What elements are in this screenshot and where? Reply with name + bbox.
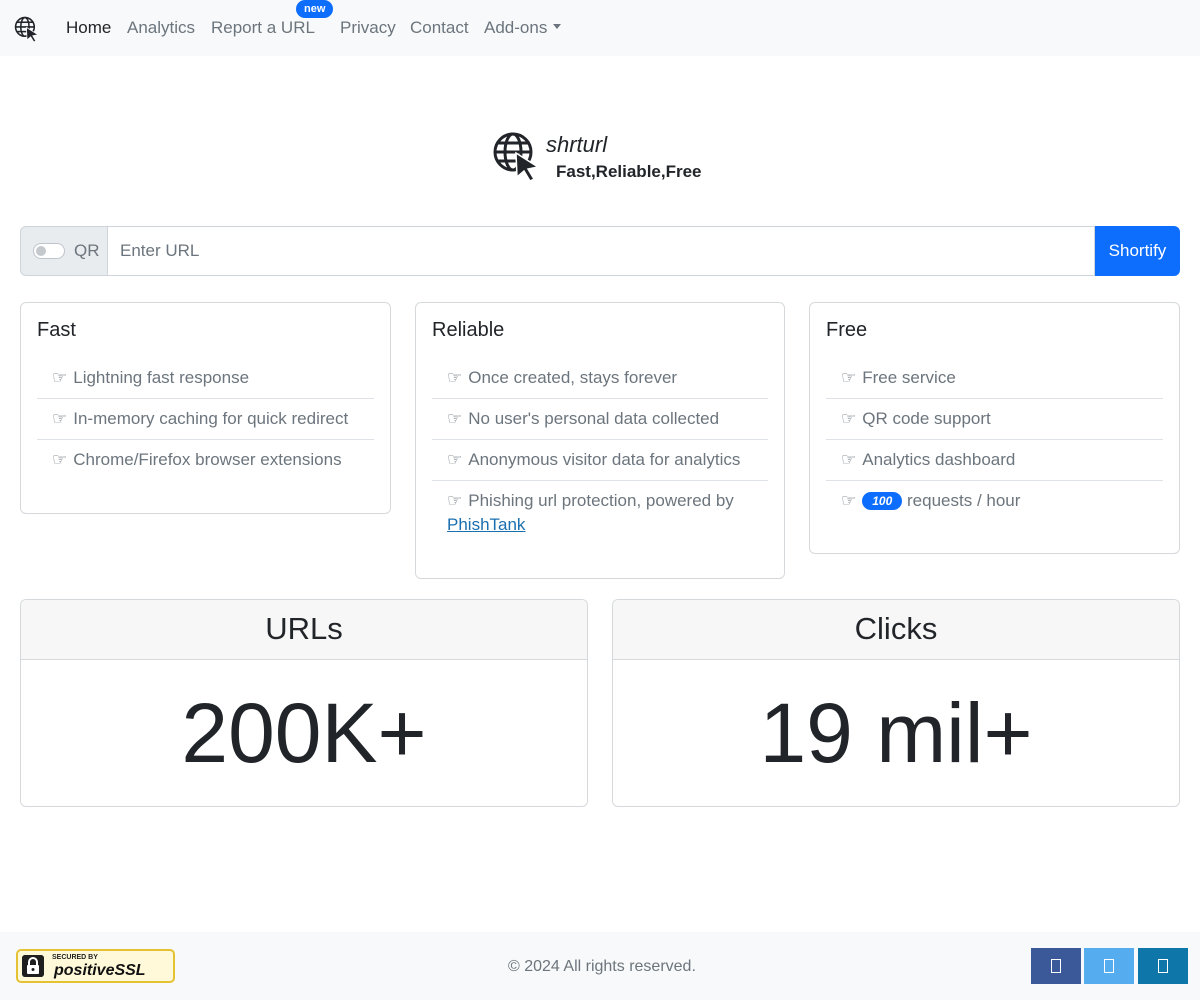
nav-home[interactable]: Home — [66, 18, 111, 38]
ssl-badge[interactable]: SECURED BY positiveSSL — [16, 949, 175, 983]
rate-limit-badge: 100 — [862, 491, 903, 510]
brand-tagline: Fast,Reliable,Free — [556, 162, 702, 181]
twitter-button[interactable] — [1084, 948, 1134, 984]
pointing-hand-icon: ☞ — [841, 491, 857, 510]
chevron-down-icon — [553, 24, 562, 30]
pointing-hand-icon: ☞ — [52, 450, 68, 469]
linkedin-button[interactable] — [1138, 948, 1188, 984]
list-item-text: No user's personal data collected — [468, 409, 720, 428]
card-title: Free — [826, 319, 868, 341]
pointing-hand-icon: ☞ — [841, 409, 857, 428]
list-item-text: In-memory caching for quick redirect — [73, 409, 349, 428]
list-item-text: Once created, stays forever — [468, 368, 678, 387]
list-item: ☞ No user's personal data collected — [432, 399, 768, 440]
list-item-text: Anonymous visitor data for analytics — [468, 450, 741, 469]
pointing-hand-icon: ☞ — [52, 409, 68, 428]
twitter-icon — [1104, 958, 1114, 973]
pointing-hand-icon: ☞ — [447, 491, 463, 510]
pointing-hand-icon: ☞ — [447, 409, 463, 428]
url-form: QR Shortify — [20, 226, 1180, 276]
list-item: ☞ In-memory caching for quick redirect — [37, 399, 374, 440]
list-item-text: QR code support — [862, 409, 991, 428]
nav-analytics[interactable]: Analytics — [127, 18, 195, 38]
nav-privacy[interactable]: Privacy — [340, 18, 396, 38]
list-item: ☞ Analytics dashboard — [826, 440, 1163, 481]
list-item-text: Lightning fast response — [73, 368, 250, 387]
phishtank-link[interactable]: PhishTank — [447, 515, 525, 534]
facebook-icon — [1051, 958, 1061, 973]
pointing-hand-icon: ☞ — [447, 450, 463, 469]
list-item-text: Free service — [862, 368, 956, 387]
stat-card-clicks: Clicks 19 mil+ — [612, 599, 1180, 807]
qr-label: QR — [74, 241, 100, 260]
brand-name: shrturl — [546, 132, 608, 157]
nav-addons-label: Add-ons — [484, 18, 548, 37]
list-item: ☞ Phishing url protection, powered by Phis… — [432, 481, 768, 545]
list-item: ☞ Free service — [826, 358, 1163, 399]
feature-card-reliable: Reliable ☞ Once created, stays forever ☞ N… — [415, 302, 785, 579]
globe-cursor-icon[interactable] — [14, 16, 40, 42]
url-input[interactable] — [108, 226, 1095, 276]
qr-toggle-group: QR — [20, 226, 108, 276]
feature-card-fast: Fast ☞ Lightning fast response ☞ In-memory… — [20, 302, 391, 514]
feature-card-free: Free ☞ Free service ☞ QR code support ☞ Ana… — [809, 302, 1180, 554]
copyright: © 2024 All rights reserved. — [508, 958, 696, 975]
list-item: ☞ QR code support — [826, 399, 1163, 440]
nav-contact[interactable]: Contact — [410, 18, 469, 38]
lock-icon — [22, 955, 44, 977]
facebook-button[interactable] — [1031, 948, 1081, 984]
footer: SECURED BY positiveSSL © 2024 All rights… — [0, 932, 1200, 1000]
list-item-text: requests / hour — [907, 491, 1021, 510]
stat-value: 200K+ — [181, 686, 427, 780]
pointing-hand-icon: ☞ — [447, 368, 463, 387]
shortify-button[interactable]: Shortify — [1095, 226, 1180, 276]
pointing-hand-icon: ☞ — [52, 368, 68, 387]
list-item: ☞ Anonymous visitor data for analytics — [432, 440, 768, 481]
ssl-secured-by: SECURED BY — [52, 954, 98, 961]
pointing-hand-icon: ☞ — [841, 368, 857, 387]
pointing-hand-icon: ☞ — [841, 450, 857, 469]
linkedin-icon — [1158, 958, 1168, 973]
list-item-text: Chrome/Firefox browser extensions — [73, 450, 342, 469]
feature-list: ☞ Lightning fast response ☞ In-memory cach… — [37, 358, 374, 480]
list-item: ☞ Lightning fast response — [37, 358, 374, 399]
ssl-brand: positiveSSL — [54, 962, 146, 979]
list-item-text: Analytics dashboard — [862, 450, 1016, 469]
navbar: Home Analytics Report a URL new Privacy … — [0, 0, 1200, 56]
qr-toggle[interactable] — [33, 243, 65, 259]
stat-label: Clicks — [613, 600, 1179, 660]
list-item: ☞ Once created, stays forever — [432, 358, 768, 399]
stat-card-urls: URLs 200K+ — [20, 599, 588, 807]
card-title: Fast — [37, 319, 76, 341]
stat-label: URLs — [21, 600, 587, 660]
feature-list: ☞ Free service ☞ QR code support ☞ Analytic… — [826, 358, 1163, 521]
card-title: Reliable — [432, 319, 505, 341]
feature-list: ☞ Once created, stays forever ☞ No user's … — [432, 358, 768, 545]
nav-addons-dropdown[interactable]: Add-ons — [484, 18, 562, 38]
list-item: ☞ 100 requests / hour — [826, 481, 1163, 521]
list-item: ☞ Chrome/Firefox browser extensions — [37, 440, 374, 480]
new-badge: new — [296, 0, 334, 18]
nav-report-url[interactable]: Report a URL — [211, 18, 315, 38]
stat-value: 19 mil+ — [759, 686, 1033, 780]
list-item-text: Phishing url protection, powered by — [468, 491, 734, 510]
globe-cursor-icon — [493, 132, 540, 181]
